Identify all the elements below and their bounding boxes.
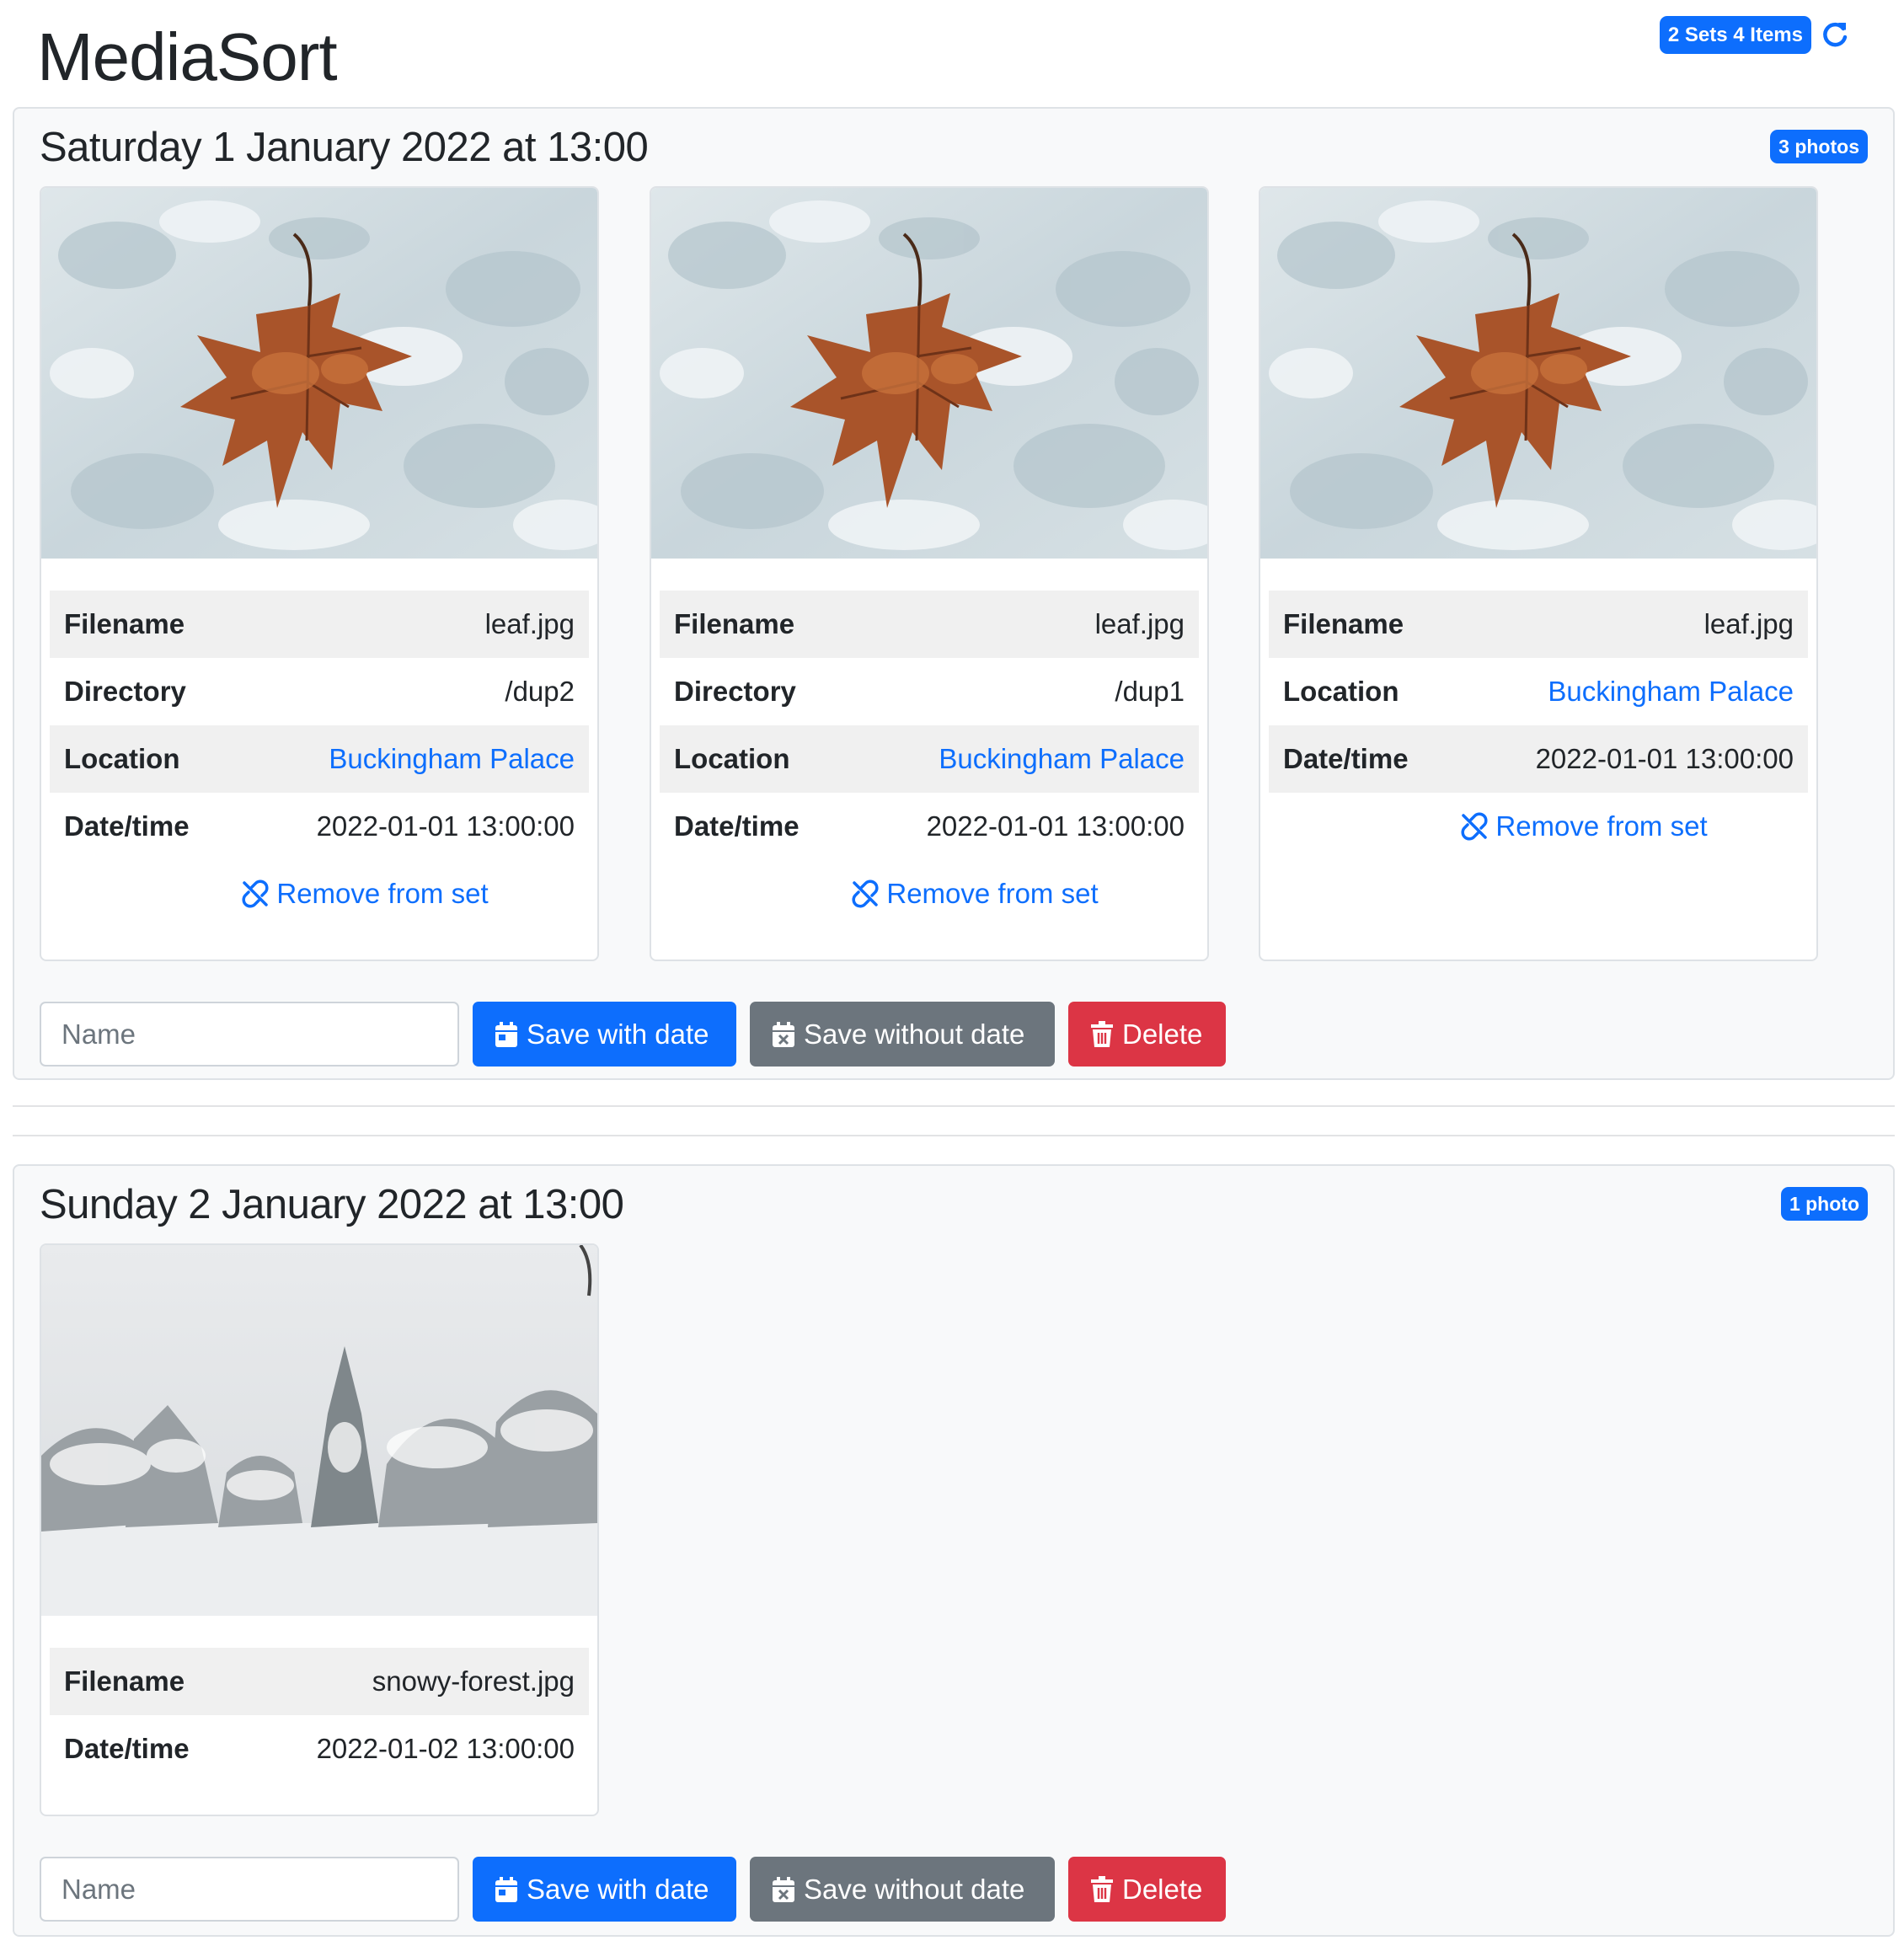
datetime-value: 2022-01-01 13:00:00 (926, 810, 1185, 842)
photo-thumbnail[interactable] (41, 1245, 597, 1616)
set-title: Sunday 2 January 2022 at 13:00 (40, 1182, 624, 1227)
filename-label: Filename (50, 591, 238, 658)
datetime-label: Date/time (64, 1733, 190, 1764)
location-label: Location (1283, 676, 1399, 707)
filename-value: leaf.jpg (238, 591, 589, 658)
set-actions: Save with date Save without date Delete (40, 1002, 1226, 1067)
save-without-date-button[interactable]: Save without date (750, 1857, 1055, 1922)
datetime-value: 2022-01-01 13:00:00 (316, 810, 575, 842)
save-without-date-label: Save without date (804, 1018, 1025, 1050)
unlink-icon (1461, 812, 1488, 841)
remove-from-set-label: Remove from set (276, 878, 489, 909)
filename-value: leaf.jpg (1457, 591, 1808, 658)
save-without-date-label: Save without date (804, 1873, 1025, 1905)
datetime-value: 2022-01-01 13:00:00 (1457, 725, 1808, 793)
delete-button[interactable]: Delete (1068, 1002, 1226, 1067)
set-name-input[interactable] (40, 1002, 459, 1067)
filename-value: snowy-forest.jpg (238, 1648, 589, 1715)
calendar-x-icon (773, 1876, 794, 1902)
location-link[interactable]: Buckingham Palace (1457, 658, 1808, 725)
set-title: Saturday 1 January 2022 at 13:00 (40, 125, 649, 170)
remove-from-set-link[interactable]: Remove from set (1260, 793, 1816, 860)
save-with-date-button[interactable]: Save with date (473, 1002, 736, 1067)
photo-thumbnail[interactable] (41, 188, 597, 559)
unlink-icon (852, 879, 879, 908)
calendar-x-icon (773, 1021, 794, 1047)
directory-value: /dup1 (1115, 676, 1185, 707)
photo-thumbnail[interactable] (1260, 188, 1816, 559)
divider (13, 1135, 1895, 1136)
save-with-date-label: Save with date (527, 1018, 709, 1050)
photo-card: Filename leaf.jpg Directory/dup1 Location… (650, 186, 1209, 961)
filename-value: leaf.jpg (848, 591, 1199, 658)
location-label: Location (50, 725, 238, 793)
directory-label: Directory (64, 676, 186, 707)
filename-label: Filename (660, 591, 848, 658)
delete-label: Delete (1122, 1018, 1203, 1050)
unlink-icon (242, 879, 269, 908)
metadata-table: Filename leaf.jpg Directory/dup2 Location… (50, 591, 589, 860)
trash-icon (1091, 1875, 1113, 1902)
save-with-date-label: Save with date (527, 1873, 709, 1905)
set-actions: Save with date Save without date Delete (40, 1857, 1226, 1922)
location-label: Location (660, 725, 848, 793)
delete-label: Delete (1122, 1873, 1203, 1905)
metadata-table: Filename snowy-forest.jpg Date/time 2022-0… (50, 1648, 589, 1783)
calendar-icon (495, 1021, 517, 1047)
calendar-icon (495, 1876, 517, 1902)
summary: 2 Sets 4 Items (1659, 16, 1850, 54)
location-link[interactable]: Buckingham Palace (238, 725, 589, 793)
photo-count-badge: 3 photos (1770, 130, 1868, 163)
filename-label: Filename (50, 1648, 238, 1715)
directory-label: Directory (674, 676, 796, 707)
app-title: MediaSort (37, 19, 338, 94)
save-with-date-button[interactable]: Save with date (473, 1857, 736, 1922)
summary-badge: 2 Sets 4 Items (1659, 16, 1811, 54)
delete-button[interactable]: Delete (1068, 1857, 1226, 1922)
photo-set: Sunday 2 January 2022 at 13:00 1 photo F… (13, 1164, 1895, 1937)
directory-value: /dup2 (505, 676, 575, 707)
remove-from-set-link[interactable]: Remove from set (651, 860, 1207, 928)
remove-from-set-label: Remove from set (886, 878, 1099, 909)
photo-card: Filename leaf.jpg Directory/dup2 Location… (40, 186, 599, 961)
filename-label: Filename (1269, 591, 1457, 658)
metadata-table: Filename leaf.jpg Location Buckingham Pala… (1269, 591, 1808, 793)
trash-icon (1091, 1020, 1113, 1047)
remove-from-set-label: Remove from set (1495, 810, 1708, 842)
photo-card: Filename snowy-forest.jpg Date/time 2022-0… (40, 1243, 599, 1816)
set-name-input[interactable] (40, 1857, 459, 1922)
datetime-label: Date/time (1269, 725, 1457, 793)
datetime-value: 2022-01-02 13:00:00 (316, 1733, 575, 1764)
photo-thumbnail[interactable] (651, 188, 1207, 559)
location-link[interactable]: Buckingham Palace (848, 725, 1199, 793)
datetime-label: Date/time (674, 810, 800, 842)
metadata-table: Filename leaf.jpg Directory/dup1 Location… (660, 591, 1199, 860)
refresh-icon[interactable] (1820, 20, 1850, 51)
divider (13, 1105, 1895, 1107)
photo-count-badge: 1 photo (1780, 1187, 1868, 1221)
save-without-date-button[interactable]: Save without date (750, 1002, 1055, 1067)
datetime-label: Date/time (64, 810, 190, 842)
photo-set: Saturday 1 January 2022 at 13:00 3 photo… (13, 107, 1895, 1080)
remove-from-set-link[interactable]: Remove from set (41, 860, 597, 928)
photo-card: Filename leaf.jpg Location Buckingham Pala… (1259, 186, 1818, 961)
